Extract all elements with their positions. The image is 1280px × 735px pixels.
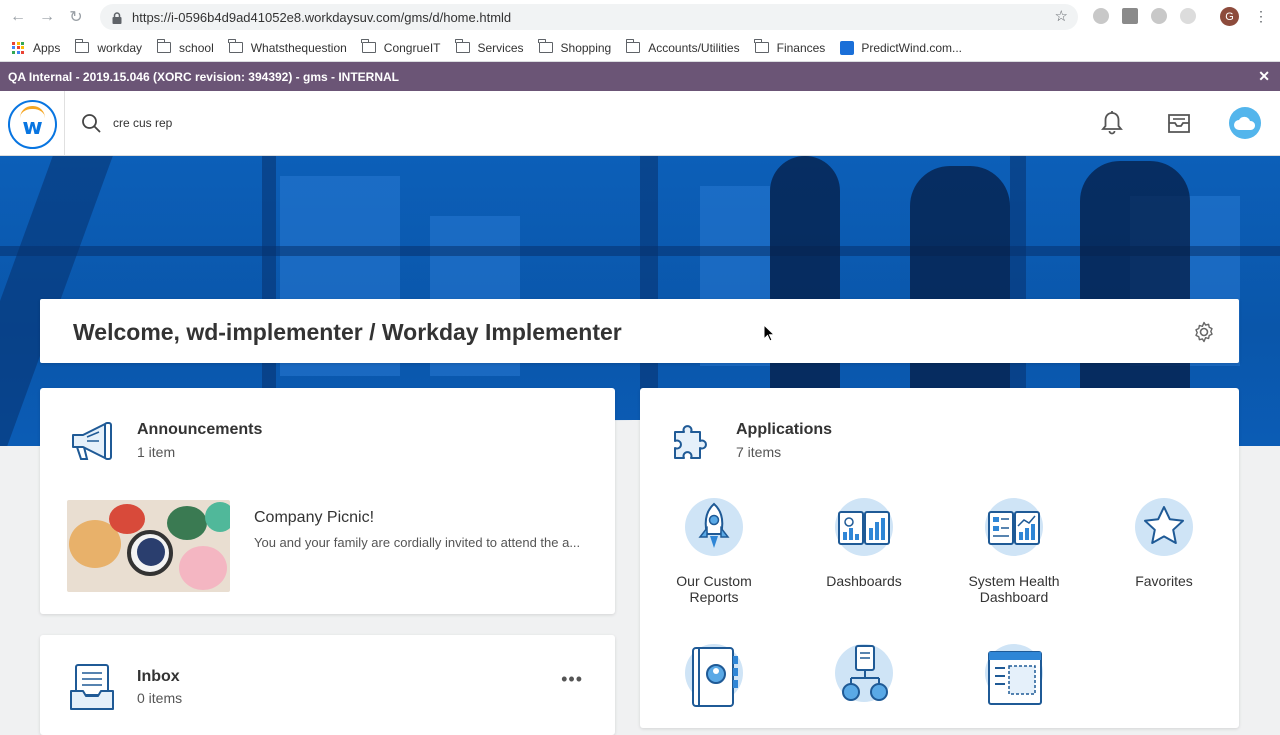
folder-icon [625,39,641,53]
announcement-title[interactable]: Company Picnic! [254,509,374,527]
inbox-tray-icon [70,664,114,710]
bookmark-folder[interactable]: CongrueIT [361,39,441,55]
extension-icon[interactable] [1180,8,1196,24]
divider [64,91,65,156]
worksheet-icon [985,644,1043,705]
announcement-description: You and your family are cordially invite… [254,535,581,550]
extension-icon[interactable] [1093,8,1109,24]
card-count: 0 items [137,690,183,706]
address-bar[interactable]: https://i-0596b4d9ad41052e8.workdaysuv.c… [100,4,1078,30]
bookmark-apps[interactable]: Apps [12,41,60,55]
environment-banner: QA Internal - 2019.15.046 (XORC revision… [0,62,1280,91]
card-title: Inbox [137,668,180,685]
app-label: Dashboards [826,573,902,589]
app-tile[interactable] [654,644,774,707]
lock-icon [112,11,122,24]
card-count: 1 item [137,444,176,460]
logo-arc [20,106,45,118]
welcome-heading: Welcome, wd-implementer / Workday Implem… [73,319,622,345]
bookmark-label: Whatsthequestion [250,40,347,55]
bookmark-folder[interactable]: Accounts/Utilities [625,39,740,55]
app-label: Favorites [1135,573,1193,589]
bookmark-folder[interactable]: Shopping [538,39,612,55]
megaphone-icon [72,422,112,460]
folder-icon [538,39,553,53]
bookmark-label: CongrueIT [383,40,441,55]
dashboard-icon [835,498,893,556]
card-title: Applications [736,421,833,438]
forward-icon[interactable]: → [36,6,58,28]
logo-w-icon: w [22,115,43,140]
bookmarks-bar: Apps workday school Whatsthequestion Con… [0,34,1280,62]
app-tile[interactable] [954,644,1074,705]
bookmark-folder[interactable]: Finances [754,39,826,55]
folder-icon [455,39,470,53]
rocket-icon [685,498,743,556]
bookmark-label: workday [97,40,143,55]
announcement-image[interactable] [67,500,230,592]
close-icon[interactable]: ✕ [1258,68,1270,85]
star-icon [1135,498,1193,556]
browser-menu-icon[interactable]: ⋮ [1254,8,1268,25]
bookmark-predictwind[interactable]: PredictWind.com... [840,40,963,55]
welcome-card: Welcome, wd-implementer / Workday Implem… [40,299,1239,363]
back-icon[interactable]: ← [7,6,29,28]
bookmark-folder[interactable]: Services [455,39,524,55]
bookmark-star-icon[interactable]: ☆ [1055,7,1068,25]
health-dashboard-icon [985,498,1043,556]
folder-icon [754,39,769,53]
puzzle-icon [674,425,707,459]
gear-icon[interactable] [1193,321,1215,343]
bookmark-label: Finances [776,40,826,55]
folder-icon [156,39,172,53]
bookmark-label: Services [477,40,524,55]
extension-icon[interactable] [1151,8,1167,24]
card-title: Announcements [137,421,263,438]
workday-logo[interactable]: w [8,100,57,149]
user-avatar[interactable] [1229,107,1261,139]
mouse-cursor-icon [763,324,775,342]
app-header: w cre cus rep [0,91,1280,156]
profile-avatar[interactable]: G [1220,7,1239,26]
url-text[interactable]: https://i-0596b4d9ad41052e8.workdaysuv.c… [132,10,511,25]
app-dashboards[interactable]: Dashboards [804,498,924,589]
bookmark-label: PredictWind.com... [861,40,963,55]
apps-grid-icon [12,41,24,54]
search-input[interactable]: cre cus rep [113,116,172,130]
announcements-card[interactable]: Announcements 1 item Company Picnic! You… [40,388,615,614]
bookmark-folder[interactable]: school [156,39,214,55]
bookmark-label: Apps [33,40,61,55]
cloud-icon [1234,116,1256,130]
card-count: 7 items [736,444,782,460]
extension-icon[interactable] [1122,8,1138,24]
app-system-health-dashboard[interactable]: System Health Dashboard [954,498,1074,605]
folder-icon [74,39,90,53]
inbox-icon[interactable] [1166,112,1192,134]
bookmark-label: school [179,40,214,55]
app-label: System Health Dashboard [968,573,1060,605]
bookmark-label: Accounts/Utilities [648,40,740,55]
app-tile[interactable] [804,644,924,702]
app-our-custom-reports[interactable]: Our Custom Reports [654,498,774,605]
predictwind-icon [840,40,855,55]
address-book-icon [685,644,743,707]
inbox-card[interactable]: Inbox 0 items ••• [40,635,615,735]
more-options-icon[interactable]: ••• [561,669,583,690]
applications-card[interactable]: Applications 7 items Our Custom Reports … [640,388,1239,728]
bell-icon[interactable] [1100,110,1124,136]
folder-icon [228,39,243,53]
bookmark-folder[interactable]: Whatsthequestion [228,39,347,55]
bookmark-label: Shopping [560,40,612,55]
browser-toolbar: ← → ↻ https://i-0596b4d9ad41052e8.workda… [0,0,1280,34]
bookmark-folder[interactable]: workday [74,39,143,55]
folder-icon [361,39,376,53]
app-label: Our Custom Reports [676,573,752,605]
org-chart-icon [835,644,893,702]
app-favorites[interactable]: Favorites [1104,498,1224,589]
search-icon[interactable] [81,113,101,133]
banner-text: QA Internal - 2019.15.046 (XORC revision… [8,69,400,84]
reload-icon[interactable]: ↻ [65,6,87,28]
